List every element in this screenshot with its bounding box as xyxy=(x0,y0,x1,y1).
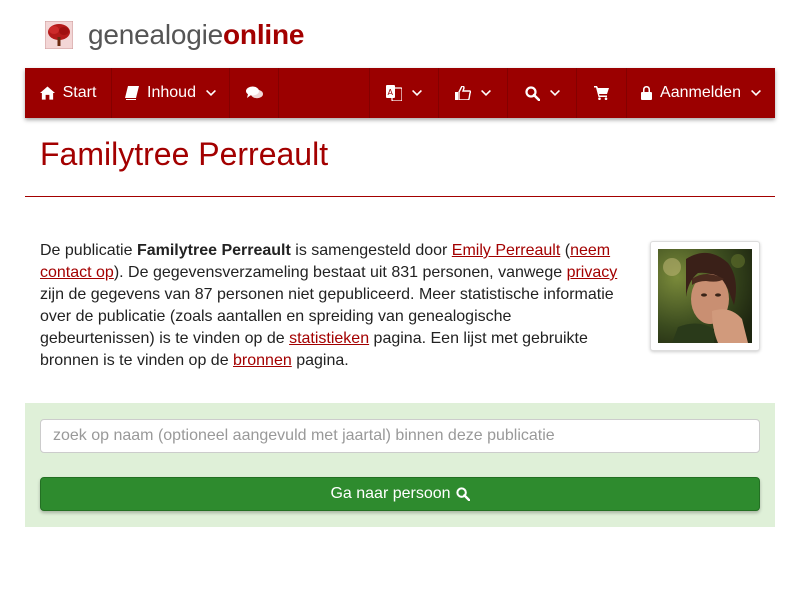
nav-inhoud-label: Inhoud xyxy=(147,84,196,101)
cart-icon xyxy=(594,86,609,100)
search-icon xyxy=(524,85,540,101)
nav-shop[interactable] xyxy=(577,68,627,118)
publication-name: Familytree Perreault xyxy=(136,242,291,259)
thumbs-up-icon xyxy=(455,86,471,100)
publication-intro: De publicatie Familytree Perreault is sa… xyxy=(40,240,625,372)
nav-start-label: Start xyxy=(62,84,97,101)
site-logo[interactable]: genealogieonline xyxy=(25,12,304,58)
logo-text-part1: genealogie xyxy=(88,19,224,50)
nav-inhoud[interactable]: Inhoud xyxy=(112,68,230,118)
nav-language[interactable]: A xyxy=(370,68,439,118)
author-photo xyxy=(658,249,752,343)
nav-login-label: Aanmelden xyxy=(660,84,741,101)
chevron-down-icon xyxy=(481,89,491,96)
sources-link[interactable]: bronnen xyxy=(233,352,292,369)
person-search-input[interactable] xyxy=(40,419,760,453)
chevron-down-icon xyxy=(412,89,422,96)
nav-share[interactable] xyxy=(439,68,508,118)
statistics-link[interactable]: statistieken xyxy=(289,330,369,347)
lock-icon xyxy=(641,86,653,100)
nav-login[interactable]: Aanmelden xyxy=(627,68,775,118)
book-icon xyxy=(125,86,140,100)
tree-icon xyxy=(45,21,73,49)
chevron-down-icon xyxy=(205,89,216,96)
nav-forum[interactable] xyxy=(230,68,279,118)
title-divider xyxy=(25,196,775,197)
chevron-down-icon xyxy=(549,89,560,96)
nav-start[interactable]: Start xyxy=(25,68,112,118)
intro-text: pagina. xyxy=(291,352,349,369)
chevron-down-icon xyxy=(750,89,761,96)
intro-text: ( xyxy=(560,242,571,259)
go-to-person-button[interactable]: Ga naar persoon xyxy=(40,477,760,511)
nav-search[interactable] xyxy=(508,68,577,118)
main-navbar: Start Inhoud A Aanmelden xyxy=(25,68,775,118)
logo-text-part2: online xyxy=(223,19,305,50)
page-title: Familytree Perreault xyxy=(40,136,329,172)
person-search-panel: Ga naar persoon xyxy=(25,403,775,527)
home-icon xyxy=(39,86,55,100)
intro-text: is samengesteld door xyxy=(290,242,452,259)
comments-icon xyxy=(245,86,263,99)
author-link[interactable]: Emily Perreault xyxy=(452,242,560,259)
author-photo-card[interactable] xyxy=(650,241,760,351)
translate-icon: A xyxy=(386,85,402,101)
intro-text: De publicatie xyxy=(40,242,137,259)
search-icon xyxy=(455,487,470,501)
privacy-link[interactable]: privacy xyxy=(567,264,618,281)
intro-text: ). De gegevensverzameling bestaat uit 83… xyxy=(113,264,567,281)
go-to-person-label: Ga naar persoon xyxy=(330,485,451,502)
svg-text:A: A xyxy=(388,88,394,97)
